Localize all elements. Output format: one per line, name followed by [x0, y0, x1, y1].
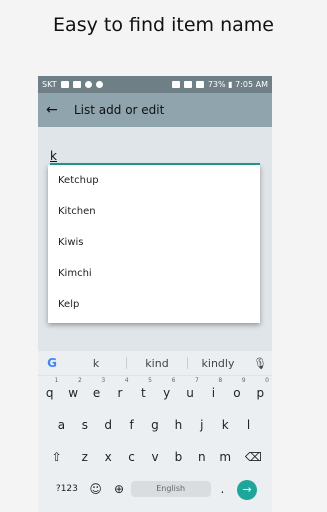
key-r[interactable]: r4 [108, 377, 131, 407]
key-row-2: a s d f g h j k l [38, 411, 272, 439]
record-icon [95, 81, 103, 88]
key-m[interactable]: m [213, 443, 236, 471]
period-key[interactable]: . [211, 475, 234, 503]
key-number-hint: 5 [148, 377, 152, 384]
key-s[interactable]: s [73, 411, 96, 439]
key-a[interactable]: a [50, 411, 73, 439]
key-number-hint: 8 [218, 377, 223, 384]
app-bar: ← List add or edit [38, 93, 272, 127]
vibrate-icon [171, 81, 180, 88]
space-bar[interactable]: English [130, 481, 211, 497]
key-letter: i [211, 386, 216, 400]
key-letter: u [186, 386, 194, 400]
key-letter: q [45, 386, 54, 400]
key-k[interactable]: k [213, 411, 236, 439]
key-t[interactable]: t5 [132, 377, 155, 407]
word-suggestion[interactable]: kindly [188, 357, 248, 370]
shift-key-icon[interactable]: ⇧ [40, 443, 73, 471]
key-row-4: ?123 ☺ ⊕ English . → [38, 475, 272, 503]
key-row-1: q1 w2 e3 r4 t5 y6 u7 i8 o9 p0 [38, 377, 272, 407]
suggestion-item[interactable]: Kelp [48, 289, 260, 320]
wifi-icon [183, 81, 192, 88]
mic-icon[interactable]: 🎙 [248, 357, 272, 370]
key-e[interactable]: e3 [85, 377, 108, 407]
signal-icon [195, 81, 204, 88]
carrier-label: SKT [42, 80, 57, 89]
suggestion-item[interactable]: Kimchi [48, 258, 260, 289]
status-right-text: 73% ▮ 7:05 AM [207, 80, 268, 89]
key-number-hint: 1 [54, 377, 59, 384]
image-icon [72, 81, 81, 88]
key-c[interactable]: c [120, 443, 143, 471]
suggestion-dropdown: Ketchup Kitchen Kiwis Kimchi Kelp [48, 165, 260, 323]
key-number-hint: 3 [101, 377, 106, 384]
keyboard: G k kind kindly 🎙 q1 w2 e3 r4 t5 y6 u7 i… [38, 351, 272, 512]
key-h[interactable]: h [167, 411, 190, 439]
key-q[interactable]: q1 [38, 377, 61, 407]
symbols-key[interactable]: ?123 [50, 475, 84, 503]
key-number-hint: 6 [171, 377, 176, 384]
key-p[interactable]: p0 [249, 377, 272, 407]
suggestion-item[interactable]: Ketchup [48, 165, 260, 196]
key-letter: w [68, 386, 79, 400]
google-icon[interactable]: G [38, 356, 66, 370]
key-z[interactable]: z [73, 443, 96, 471]
keyboard-suggestion-bar: G k kind kindly 🎙 [38, 351, 272, 376]
key-number-hint: 7 [194, 377, 199, 384]
phone-screen: SKT 73% ▮ 7:05 AM ← List add or edit k K… [38, 76, 272, 512]
key-letter: r [117, 386, 123, 400]
status-bar: SKT 73% ▮ 7:05 AM [38, 76, 272, 93]
key-number-hint: 2 [78, 377, 82, 384]
key-l[interactable]: l [237, 411, 260, 439]
word-suggestion[interactable]: kind [127, 357, 187, 370]
key-y[interactable]: y6 [155, 377, 178, 407]
emoji-key-icon[interactable]: ☺ [84, 475, 107, 503]
arrow-right-icon: → [237, 480, 258, 500]
page-title: List add or edit [74, 103, 165, 117]
suggestion-item[interactable]: Kitchen [48, 196, 260, 227]
key-o[interactable]: o9 [225, 377, 248, 407]
word-suggestion[interactable]: k [66, 357, 126, 370]
key-letter: p [256, 386, 265, 400]
key-w[interactable]: w2 [61, 377, 84, 407]
key-n[interactable]: n [190, 443, 213, 471]
key-b[interactable]: b [167, 443, 190, 471]
key-g[interactable]: g [143, 411, 166, 439]
key-number-hint: 9 [241, 377, 246, 384]
back-arrow-icon[interactable]: ← [46, 102, 74, 118]
delete-key-icon[interactable]: ⌫ [237, 443, 270, 471]
key-d[interactable]: d [97, 411, 120, 439]
key-i[interactable]: i8 [202, 377, 225, 407]
caption: Easy to find item name [53, 14, 274, 36]
key-number-hint: 0 [265, 377, 269, 384]
suggestion-item[interactable]: Kiwis [48, 227, 260, 258]
settings-icon [84, 81, 92, 88]
key-f[interactable]: f [120, 411, 143, 439]
key-letter: t [140, 386, 146, 400]
key-row-3: ⇧ z x c v b n m ⌫ [38, 443, 272, 471]
key-letter: o [233, 386, 241, 400]
key-letter: e [92, 386, 101, 400]
key-v[interactable]: v [143, 443, 166, 471]
key-u[interactable]: u7 [178, 377, 201, 407]
item-name-input[interactable]: k [50, 149, 260, 165]
key-number-hint: 4 [124, 377, 129, 384]
link-icon [60, 81, 69, 88]
key-letter: y [163, 386, 171, 400]
enter-key[interactable]: → [234, 475, 260, 503]
key-j[interactable]: j [190, 411, 213, 439]
key-x[interactable]: x [97, 443, 120, 471]
input-value: k [50, 149, 57, 163]
globe-key-icon[interactable]: ⊕ [107, 475, 130, 503]
